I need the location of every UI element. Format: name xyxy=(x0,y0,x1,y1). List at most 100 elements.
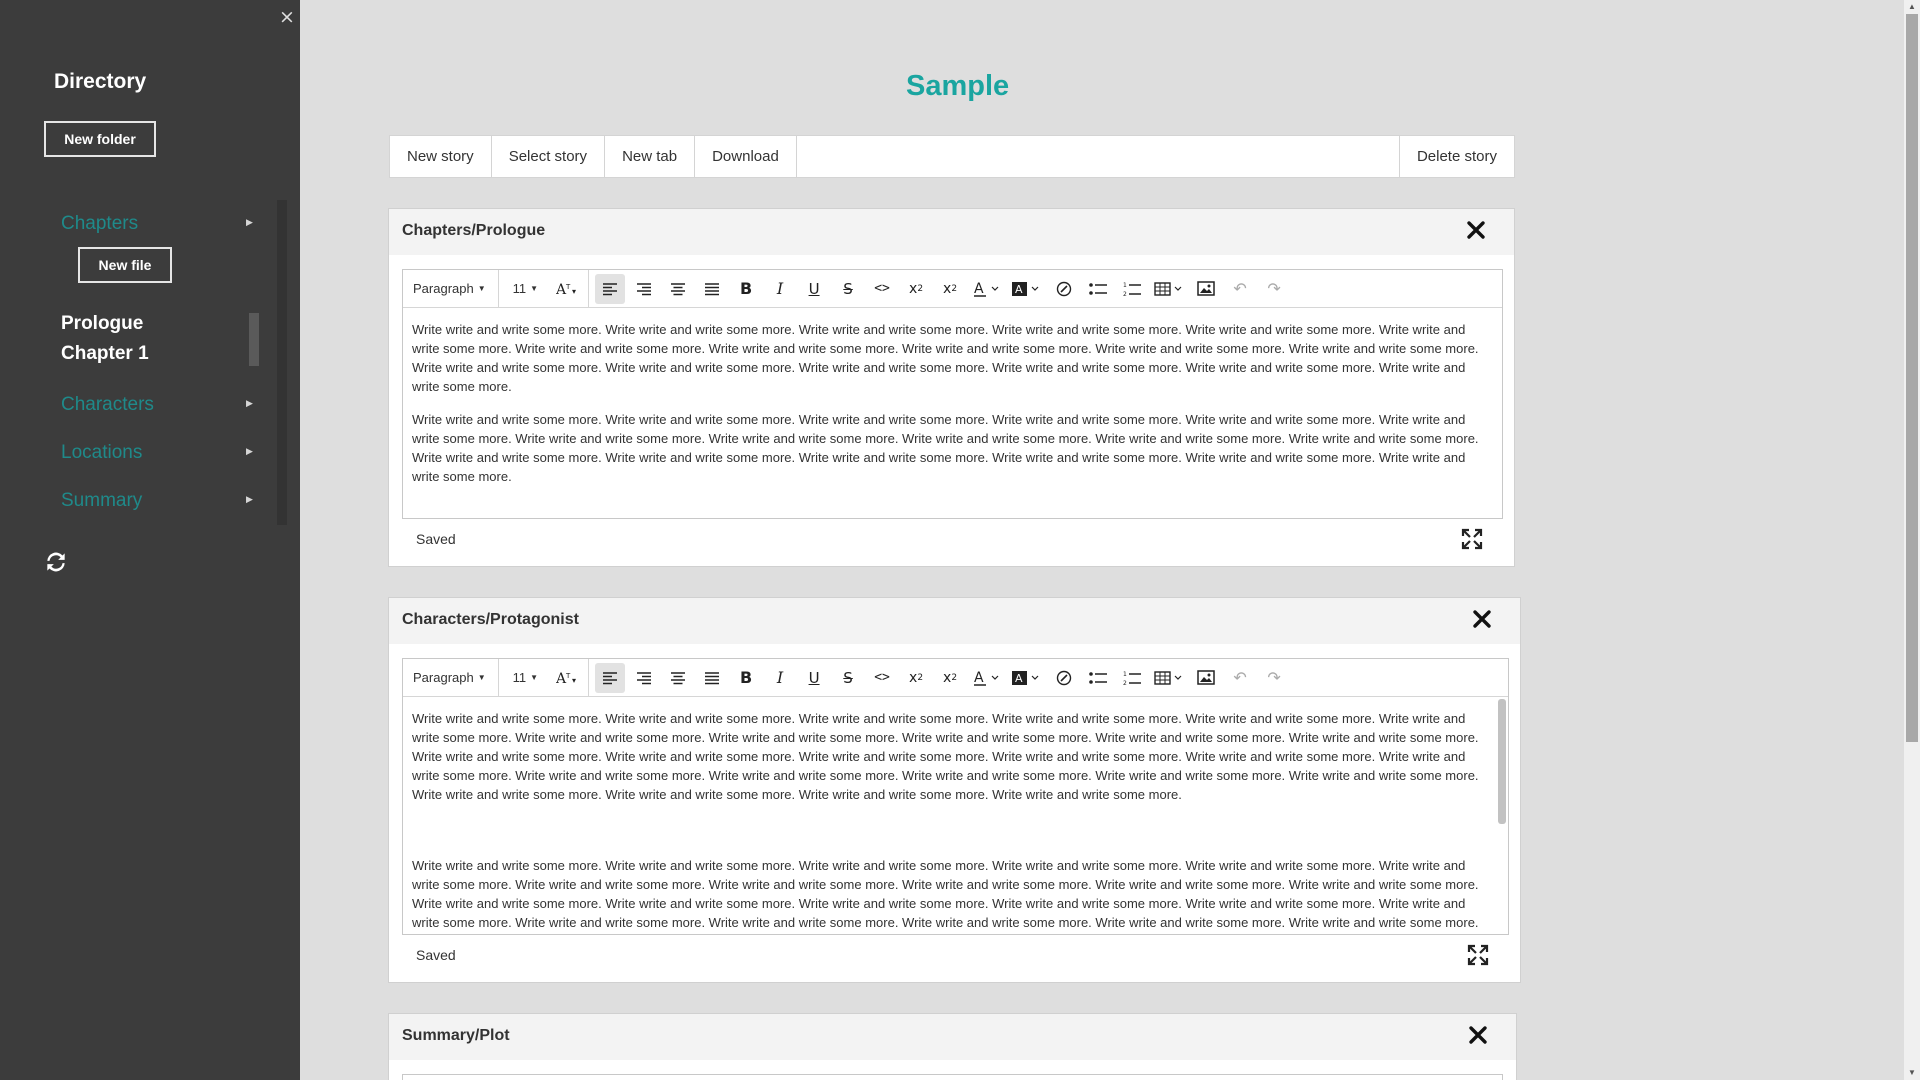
close-panel-icon[interactable] xyxy=(1464,218,1488,242)
page-scrollbar-thumb[interactable] xyxy=(1906,14,1918,742)
insert-table-button[interactable] xyxy=(1151,663,1187,693)
download-button[interactable]: Download xyxy=(695,136,797,177)
panel-title: Chapters/Prologue xyxy=(402,222,546,239)
file-chapter-1[interactable]: Chapter 1 xyxy=(61,343,149,365)
font-family-button[interactable]: A T ▾ xyxy=(550,663,584,693)
folder-summary[interactable]: Summary xyxy=(61,490,142,512)
font-size-label: 11 xyxy=(512,670,527,685)
numbered-list-icon[interactable]: 12 xyxy=(1117,274,1147,304)
insert-table-button[interactable] xyxy=(1151,274,1187,304)
story-toolbar: New story Select story New tab Download … xyxy=(389,135,1515,178)
font-size-label: 11 xyxy=(512,281,527,296)
link-glyph xyxy=(1056,670,1072,685)
underline-icon[interactable]: U xyxy=(799,274,829,304)
font-size-dropdown[interactable]: 11 ▼ xyxy=(505,663,546,693)
panel-footer: Saved xyxy=(389,934,1520,982)
italic-icon[interactable]: I xyxy=(765,274,795,304)
bulleted-list-icon[interactable] xyxy=(1083,663,1113,693)
toolbar-separator xyxy=(497,658,499,697)
superscript-icon[interactable]: x2 xyxy=(935,663,965,693)
font-family-button[interactable]: A T ▾ xyxy=(550,274,584,304)
editor-panel: Chapters/Prologue Paragraph ▼ 11 ▼ A T ▾ B I… xyxy=(388,208,1515,567)
editor-toolbar: Paragraph ▼ 11 ▼ A T ▾ B I U S <> x2 x2 A A … xyxy=(403,658,1508,697)
image-glyph xyxy=(1197,670,1215,685)
align-center-button[interactable] xyxy=(663,663,693,693)
bullet-list-glyph xyxy=(1089,671,1108,684)
insert-image-icon[interactable] xyxy=(1191,274,1221,304)
text-color-button[interactable]: A xyxy=(969,663,1005,693)
highlight-color-button[interactable]: A xyxy=(1009,663,1045,693)
editor-scrollbar-thumb[interactable] xyxy=(1498,699,1506,824)
delete-story-button[interactable]: Delete story xyxy=(1400,136,1514,177)
close-panel-icon[interactable] xyxy=(1466,1023,1490,1047)
editor-content[interactable]: Write write and write some more. Write w… xyxy=(403,308,1502,518)
new-tab-button[interactable]: New tab xyxy=(605,136,696,177)
refresh-icon[interactable] xyxy=(43,549,69,575)
highlight-color-button[interactable]: A xyxy=(1009,274,1045,304)
strikethrough-icon[interactable]: S xyxy=(833,274,863,304)
paragraph: Write write and write some more. Write w… xyxy=(412,711,1479,802)
align-justify-button[interactable] xyxy=(697,274,727,304)
number-list-glyph: 12 xyxy=(1123,671,1142,686)
chapters-caret-icon[interactable]: ▶ xyxy=(246,217,253,228)
align-left-button[interactable] xyxy=(595,662,626,693)
close-sidebar-icon[interactable]: × xyxy=(279,6,295,28)
bulleted-list-icon[interactable] xyxy=(1083,274,1113,304)
file-prologue[interactable]: Prologue xyxy=(61,313,143,335)
undo-icon[interactable]: ↶ xyxy=(1225,663,1255,693)
svg-text:A: A xyxy=(974,281,984,297)
redo-icon[interactable]: ↷ xyxy=(1259,274,1289,304)
superscript-icon[interactable]: x2 xyxy=(935,274,965,304)
scroll-up-icon[interactable]: ▲ xyxy=(1908,2,1916,11)
align-right-button[interactable] xyxy=(629,663,659,693)
bullet-list-glyph xyxy=(1089,282,1108,295)
new-story-button[interactable]: New story xyxy=(390,136,492,177)
sidebar-scrollbar-track[interactable] xyxy=(277,200,287,525)
underline-icon[interactable]: U xyxy=(799,663,829,693)
fullscreen-icon[interactable] xyxy=(1467,944,1489,966)
chevron-down-icon: ▼ xyxy=(530,673,539,682)
new-file-button[interactable]: New file xyxy=(78,247,172,283)
code-icon[interactable]: <> xyxy=(867,274,897,304)
scroll-down-icon[interactable]: ▼ xyxy=(1908,1068,1916,1077)
text-color-button[interactable]: A xyxy=(969,274,1005,304)
paragraph-format-dropdown[interactable]: Paragraph ▼ xyxy=(405,663,494,693)
editor-content[interactable]: Write write and write some more. Write w… xyxy=(403,697,1508,934)
link-icon[interactable] xyxy=(1049,663,1079,693)
subscript-icon[interactable]: x2 xyxy=(901,274,931,304)
insert-image-icon[interactable] xyxy=(1191,663,1221,693)
link-icon[interactable] xyxy=(1049,274,1079,304)
svg-text:2: 2 xyxy=(1123,680,1127,686)
bold-icon[interactable]: B xyxy=(731,663,761,693)
bold-icon[interactable]: B xyxy=(731,274,761,304)
fullscreen-icon[interactable] xyxy=(1461,528,1483,550)
align-center-button[interactable] xyxy=(663,274,693,304)
undo-icon[interactable]: ↶ xyxy=(1225,274,1255,304)
svg-text:A: A xyxy=(1015,283,1023,296)
align-justify-button[interactable] xyxy=(697,663,727,693)
italic-icon[interactable]: I xyxy=(765,663,795,693)
font-size-dropdown[interactable]: 11 ▼ xyxy=(505,274,546,304)
text-color-icon: A xyxy=(974,281,999,297)
select-story-button[interactable]: Select story xyxy=(492,136,606,177)
file-list-scrollbar-thumb[interactable] xyxy=(249,313,259,366)
numbered-list-icon[interactable]: 12 xyxy=(1117,663,1147,693)
summary-caret-icon[interactable]: ▶ xyxy=(246,494,253,505)
chevron-down-icon: ▼ xyxy=(477,673,486,682)
folder-chapters[interactable]: Chapters xyxy=(61,213,138,235)
subscript-icon[interactable]: x2 xyxy=(901,663,931,693)
close-panel-icon[interactable] xyxy=(1470,607,1494,631)
rich-text-editor xyxy=(402,1074,1503,1080)
redo-icon[interactable]: ↷ xyxy=(1259,663,1289,693)
page-scrollbar[interactable]: ▲ ▼ xyxy=(1904,0,1920,1080)
new-folder-button[interactable]: New folder xyxy=(44,121,156,157)
strikethrough-icon[interactable]: S xyxy=(833,663,863,693)
folder-characters[interactable]: Characters xyxy=(61,394,154,416)
paragraph-format-dropdown[interactable]: Paragraph ▼ xyxy=(405,274,494,304)
characters-caret-icon[interactable]: ▶ xyxy=(246,398,253,409)
align-left-button[interactable] xyxy=(595,273,626,304)
code-icon[interactable]: <> xyxy=(867,663,897,693)
align-right-button[interactable] xyxy=(629,274,659,304)
locations-caret-icon[interactable]: ▶ xyxy=(246,446,253,457)
folder-locations[interactable]: Locations xyxy=(61,442,142,464)
